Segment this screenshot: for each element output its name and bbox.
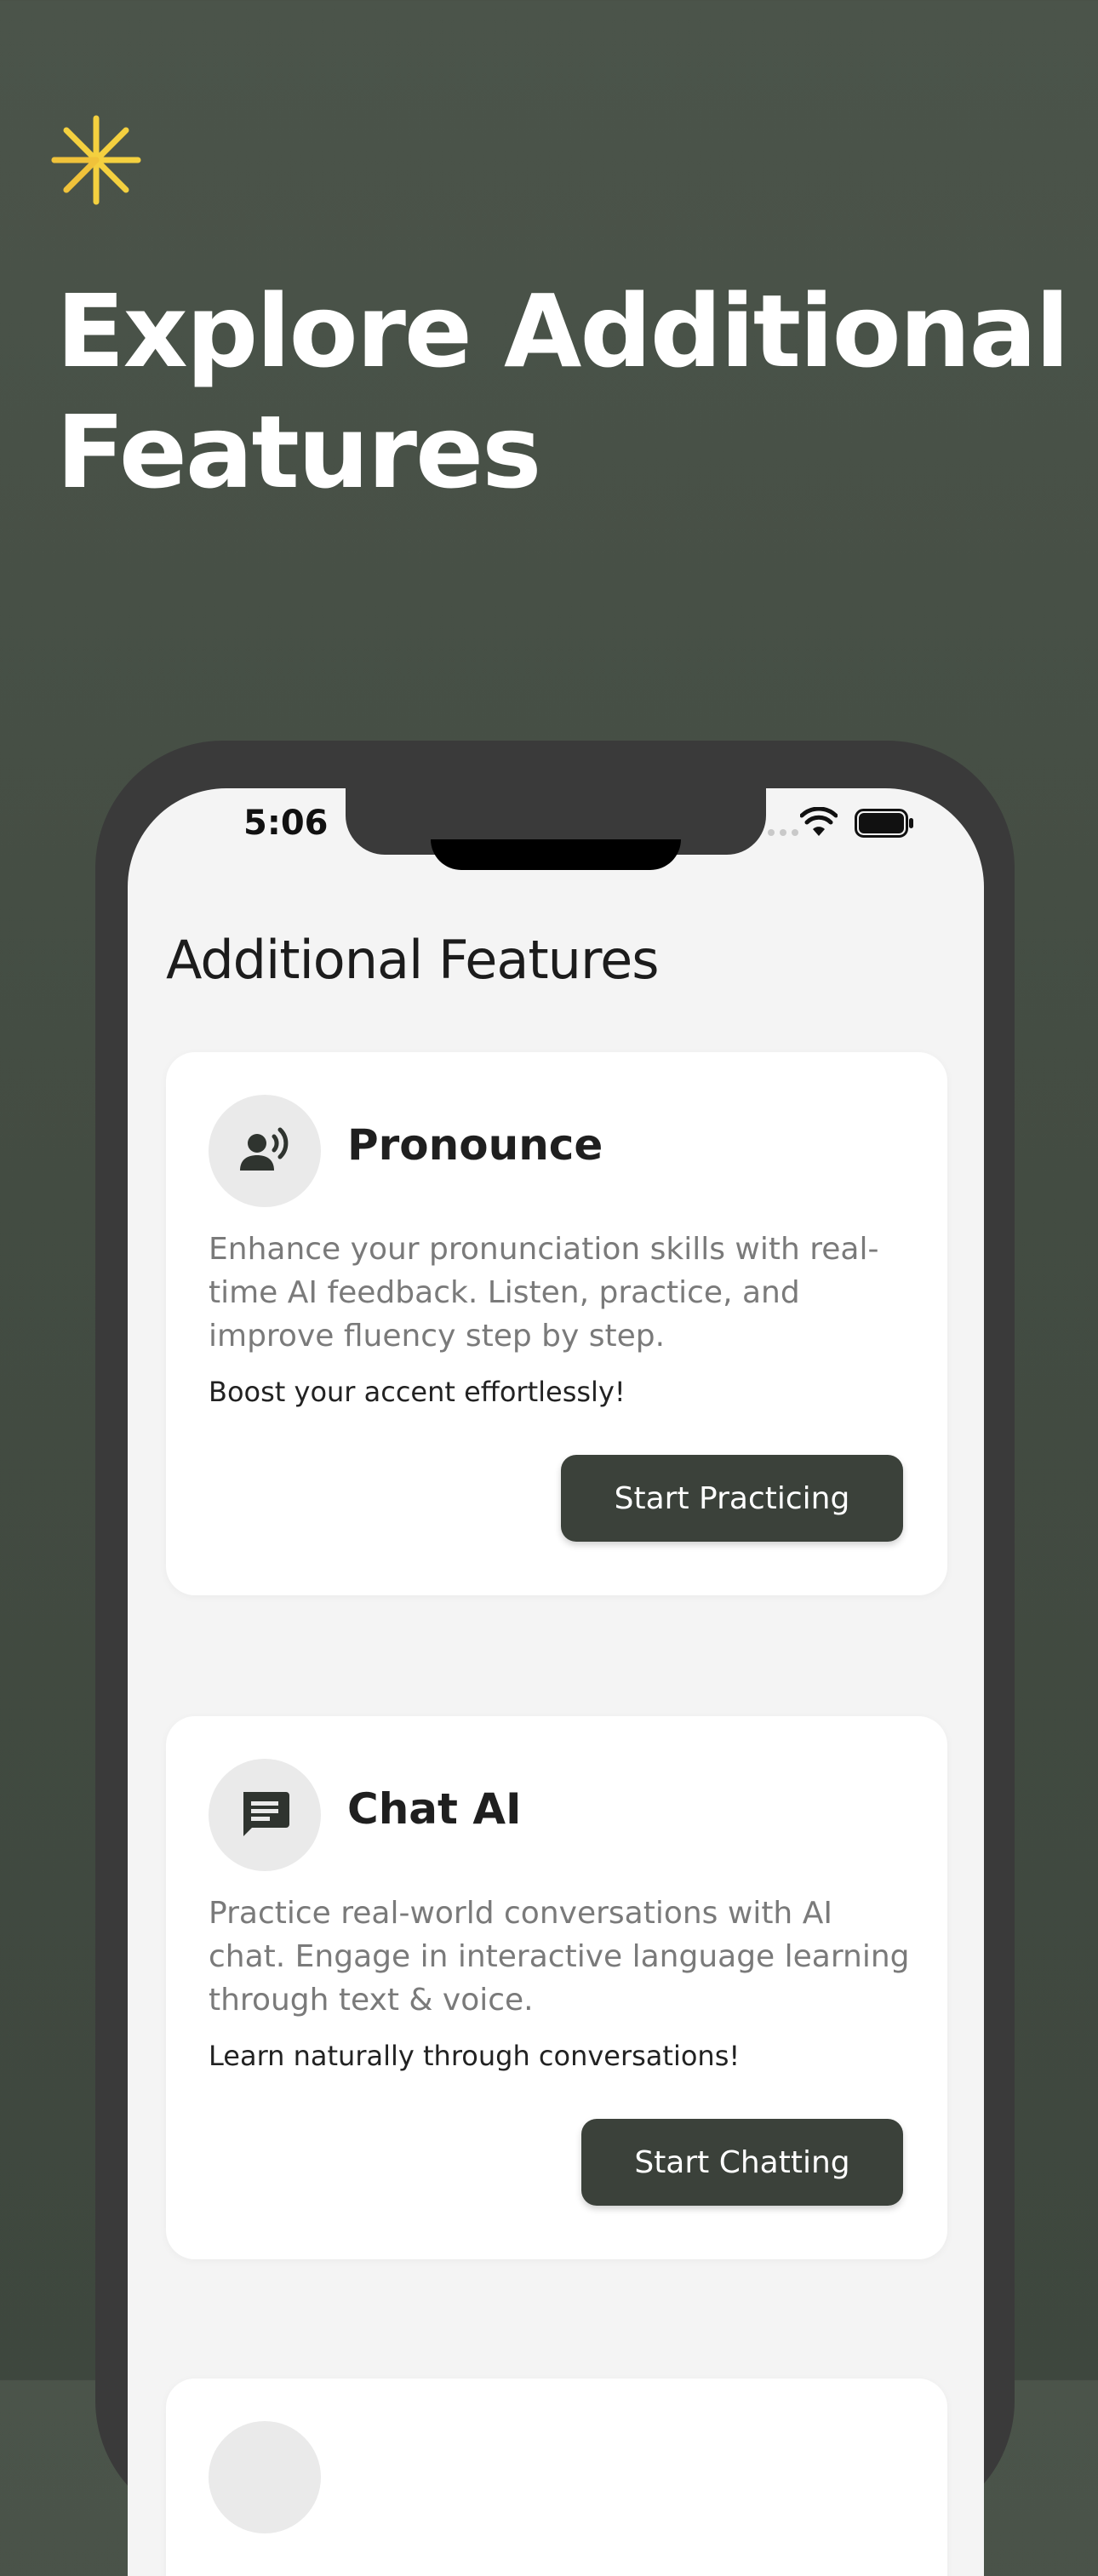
feature-icon (209, 2421, 321, 2533)
card-description: Practice real-world conversations with A… (209, 1896, 910, 2018)
card-title: Chat AI (347, 1784, 522, 1834)
wifi-icon (800, 807, 838, 836)
card-tagline: Learn naturally through conversations! (209, 2040, 741, 2072)
status-time: 5:06 (243, 804, 329, 843)
card-tagline: Boost your accent effortlessly! (209, 1376, 626, 1408)
card-description: Enhance your pronunciation skills with r… (209, 1232, 879, 1354)
phone-mockup: 5:06 Additional Features Pronounce Enhan… (95, 741, 1015, 2576)
chat-message-icon (209, 1759, 321, 1871)
screen-title: Additional Features (166, 929, 660, 991)
hero-headline: Explore Additional Features (56, 272, 1070, 511)
voice-person-icon (209, 1095, 321, 1207)
start-practicing-button[interactable]: Start Practicing (561, 1455, 903, 1542)
card-title: Pronounce (347, 1120, 603, 1170)
battery-icon (855, 809, 913, 838)
phone-notch (346, 788, 766, 870)
phone-screen: 5:06 Additional Features Pronounce Enhan… (128, 788, 984, 2576)
sparkle-icon (51, 115, 141, 205)
signal-dots (768, 829, 798, 836)
feature-card-chat-ai: Chat AI Practice real-world conversation… (166, 1716, 947, 2259)
feature-card-pronounce: Pronounce Enhance your pronunciation ski… (166, 1052, 947, 1595)
feature-card-partial (166, 2379, 947, 2576)
start-chatting-button[interactable]: Start Chatting (581, 2119, 903, 2206)
